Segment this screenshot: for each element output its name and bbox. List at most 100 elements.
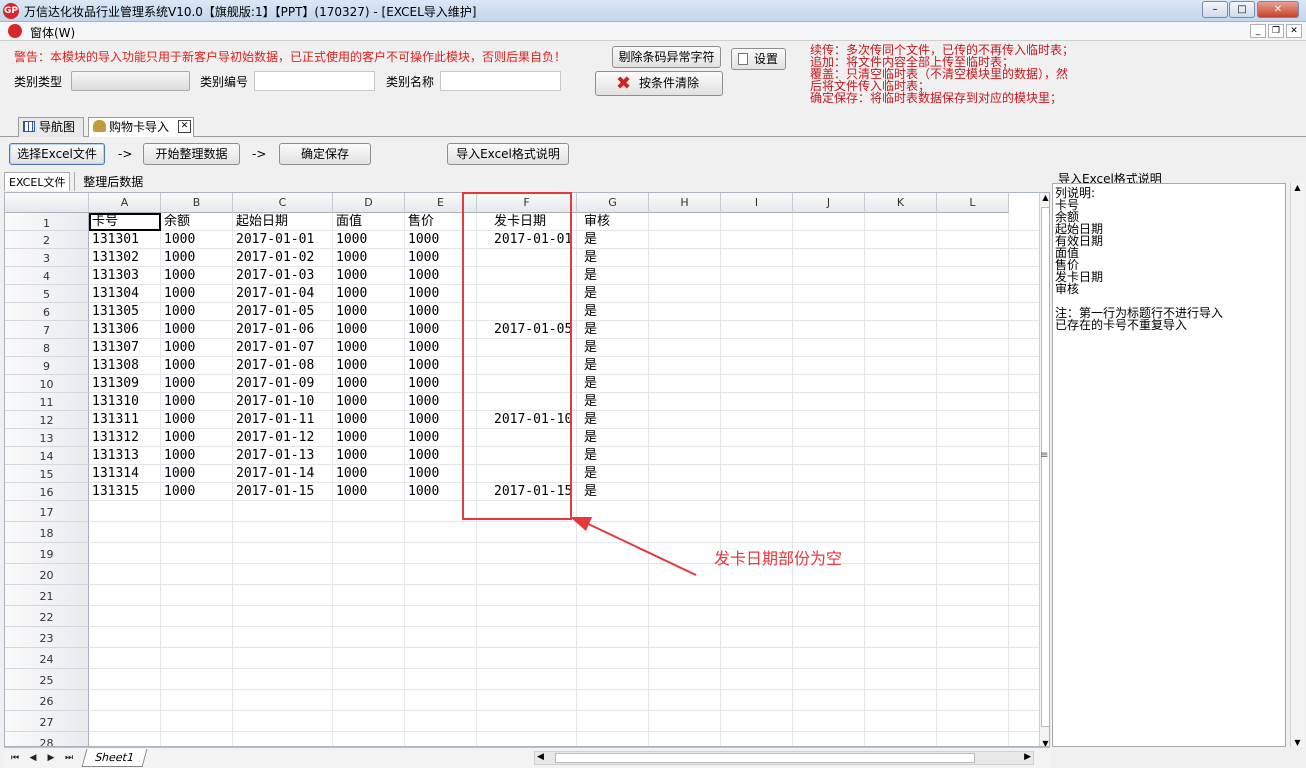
column-header[interactable]: D (333, 193, 405, 213)
data-cell[interactable]: 是 (581, 447, 597, 465)
data-cell[interactable]: 1000 (333, 465, 367, 483)
mdi-minimize-button[interactable]: _ (1250, 24, 1266, 38)
data-cell[interactable]: 1000 (405, 447, 439, 465)
close-button[interactable]: ✕ (1257, 1, 1299, 18)
data-cell[interactable]: 1000 (333, 339, 367, 357)
data-cell[interactable]: 1000 (161, 393, 195, 411)
scroll-left-icon[interactable]: ◀ (537, 752, 544, 762)
data-cell[interactable]: 1000 (405, 267, 439, 285)
outer-scroll-up-icon[interactable]: ▲ (1291, 183, 1304, 192)
row-header[interactable]: 3 (5, 249, 89, 267)
minimize-button[interactable]: – (1202, 1, 1228, 18)
data-cell[interactable]: 1000 (161, 429, 195, 447)
data-cell[interactable]: 1000 (333, 411, 367, 429)
data-cell[interactable]: 是 (581, 429, 597, 447)
data-cell[interactable]: 1000 (161, 285, 195, 303)
data-cell[interactable]: 1000 (333, 303, 367, 321)
data-cell[interactable]: 131308 (89, 357, 139, 375)
data-cell[interactable]: 是 (581, 321, 597, 339)
data-cell[interactable]: 2017-01-09 (233, 375, 314, 393)
data-cell[interactable]: 1000 (405, 321, 439, 339)
data-cell[interactable]: 1000 (405, 303, 439, 321)
data-cell[interactable]: 1000 (333, 447, 367, 465)
row-header[interactable]: 6 (5, 303, 89, 321)
row-header[interactable]: 18 (5, 522, 89, 543)
row-header[interactable]: 23 (5, 627, 89, 648)
row-header[interactable]: 7 (5, 321, 89, 339)
tab-navigation[interactable]: 导航图 (18, 117, 84, 137)
data-cell[interactable]: 1000 (405, 357, 439, 375)
data-cell[interactable]: 131313 (89, 447, 139, 465)
data-cell[interactable]: 1000 (405, 483, 439, 501)
row-header[interactable]: 28 (5, 732, 89, 746)
data-cell[interactable]: 1000 (333, 267, 367, 285)
data-cell[interactable]: 131309 (89, 375, 139, 393)
data-cell[interactable]: 是 (581, 465, 597, 483)
column-header[interactable]: H (649, 193, 721, 213)
column-header[interactable]: C (233, 193, 333, 213)
data-cell[interactable]: 131314 (89, 465, 139, 483)
row-header[interactable]: 16 (5, 483, 89, 501)
data-cell[interactable]: 是 (581, 357, 597, 375)
data-cell[interactable]: 1000 (333, 393, 367, 411)
data-cell[interactable]: 1000 (405, 411, 439, 429)
row-header[interactable]: 11 (5, 393, 89, 411)
row-header[interactable]: 27 (5, 711, 89, 732)
column-header[interactable]: A (89, 193, 161, 213)
data-cell[interactable]: 是 (581, 267, 597, 285)
clear-by-condition-button[interactable]: ✖ 按条件清除 (595, 71, 723, 96)
scroll-right-icon[interactable]: ▶ (1024, 752, 1031, 762)
data-cell[interactable]: 1000 (405, 465, 439, 483)
data-cell[interactable]: 1000 (161, 357, 195, 375)
data-cell[interactable]: 1000 (161, 231, 195, 249)
row-header[interactable]: 2 (5, 231, 89, 249)
data-cell[interactable]: 2017-01-15 (233, 483, 314, 501)
data-cell[interactable]: 2017-01-08 (233, 357, 314, 375)
data-cell[interactable]: 2017-01-11 (233, 411, 314, 429)
data-cell[interactable]: 1000 (161, 483, 195, 501)
row-header[interactable]: 4 (5, 267, 89, 285)
data-cell[interactable]: 131305 (89, 303, 139, 321)
splitter-grip-icon[interactable]: ≡ (1040, 450, 1050, 468)
start-organize-button[interactable]: 开始整理数据 (143, 143, 240, 165)
horizontal-scroll-thumb[interactable] (555, 753, 975, 763)
row-header[interactable]: 22 (5, 606, 89, 627)
row-header[interactable]: 17 (5, 501, 89, 522)
data-cell[interactable]: 是 (581, 285, 597, 303)
next-sheet-icon[interactable]: ▶ (44, 751, 58, 765)
sheet-tab-sheet1[interactable]: Sheet1 (81, 749, 148, 767)
data-cell[interactable]: 1000 (405, 393, 439, 411)
data-cell[interactable]: 2017-01-06 (233, 321, 314, 339)
data-cell[interactable]: 2017-01-07 (233, 339, 314, 357)
settings-button[interactable]: 设置 (731, 48, 786, 70)
data-cell[interactable]: 1000 (405, 285, 439, 303)
data-cell[interactable]: 1000 (333, 357, 367, 375)
data-cell[interactable]: 131315 (89, 483, 139, 501)
row-header[interactable]: 26 (5, 690, 89, 711)
column-header[interactable]: B (161, 193, 233, 213)
category-name-input[interactable] (440, 71, 561, 91)
column-header[interactable]: K (865, 193, 937, 213)
tab-close-icon[interactable]: ✕ (178, 120, 191, 133)
maximize-button[interactable]: □ (1229, 1, 1255, 18)
data-cell[interactable]: 是 (581, 483, 597, 501)
data-cell[interactable]: 2017-01-14 (233, 465, 314, 483)
data-cell[interactable]: 131301 (89, 231, 139, 249)
row-header[interactable]: 19 (5, 543, 89, 564)
menu-item-window[interactable]: 窗体(W) (30, 24, 75, 41)
header-cell[interactable]: 面值 (333, 213, 362, 231)
column-header[interactable]: I (721, 193, 793, 213)
data-cell[interactable]: 1000 (161, 321, 195, 339)
data-cell[interactable]: 1000 (161, 267, 195, 285)
scroll-up-icon[interactable]: ▲ (1040, 193, 1049, 202)
header-cell[interactable]: 售价 (405, 213, 434, 231)
confirm-save-button[interactable]: 确定保存 (279, 143, 371, 165)
column-header[interactable]: G (577, 193, 649, 213)
row-header[interactable]: 13 (5, 429, 89, 447)
data-cell[interactable]: 是 (581, 249, 597, 267)
data-cell[interactable]: 1000 (161, 447, 195, 465)
data-cell[interactable]: 是 (581, 375, 597, 393)
data-cell[interactable]: 1000 (161, 339, 195, 357)
subtab-excel-file[interactable]: EXCEL文件 (4, 172, 71, 191)
data-cell[interactable]: 1000 (333, 231, 367, 249)
